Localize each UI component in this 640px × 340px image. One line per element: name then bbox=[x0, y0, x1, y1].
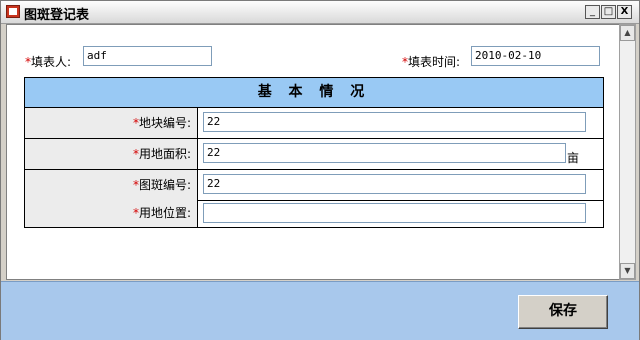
table-row: *用地位置: bbox=[25, 200, 603, 227]
table-row: *图斑编号: 22 bbox=[25, 170, 603, 201]
table-row: *用地面积: 22 亩 bbox=[25, 139, 603, 170]
field-label: *图斑编号: bbox=[25, 170, 198, 200]
field-label: *地块编号: bbox=[25, 108, 198, 138]
maximize-button[interactable]: □ bbox=[601, 5, 616, 19]
land-area-input[interactable]: 22 bbox=[203, 143, 566, 163]
section-title: 基 本 情 况 bbox=[25, 78, 603, 108]
scroll-down-icon[interactable]: ▼ bbox=[620, 263, 635, 279]
form-content: *填表人: adf *填表时间: 2010-02-10 基 本 情 况 *地块编… bbox=[6, 24, 619, 280]
table-row: *地块编号: 22 bbox=[25, 108, 603, 139]
window-title: 图斑登记表 bbox=[24, 8, 90, 23]
basic-info-table: 基 本 情 况 *地块编号: 22 *用地面积: 22 亩 *图斑编号: 22 … bbox=[24, 77, 604, 228]
plot-number-input[interactable]: 22 bbox=[203, 112, 586, 132]
patch-number-input[interactable]: 22 bbox=[203, 174, 586, 194]
filler-label: *填表人: bbox=[25, 55, 72, 69]
close-button[interactable]: X bbox=[617, 5, 632, 19]
vertical-scrollbar[interactable]: ▲ ▼ bbox=[619, 24, 636, 280]
area-unit: 亩 bbox=[567, 151, 580, 165]
date-label: *填表时间: bbox=[402, 55, 461, 69]
date-input[interactable]: 2010-02-10 bbox=[471, 46, 600, 66]
land-location-input[interactable] bbox=[203, 203, 586, 223]
title-bar: 图斑登记表 _ □ X bbox=[1, 1, 639, 24]
footer-bar: 保存 bbox=[1, 281, 639, 340]
form-window: 图斑登记表 _ □ X *填表人: adf *填表时间: 2010-02-10 … bbox=[0, 0, 640, 340]
filler-input[interactable]: adf bbox=[83, 46, 212, 66]
field-label: *用地位置: bbox=[25, 200, 198, 227]
save-button[interactable]: 保存 bbox=[518, 295, 608, 329]
scroll-up-icon[interactable]: ▲ bbox=[620, 25, 635, 41]
field-label: *用地面积: bbox=[25, 139, 198, 169]
app-icon bbox=[6, 5, 20, 18]
minimize-button[interactable]: _ bbox=[585, 5, 600, 19]
